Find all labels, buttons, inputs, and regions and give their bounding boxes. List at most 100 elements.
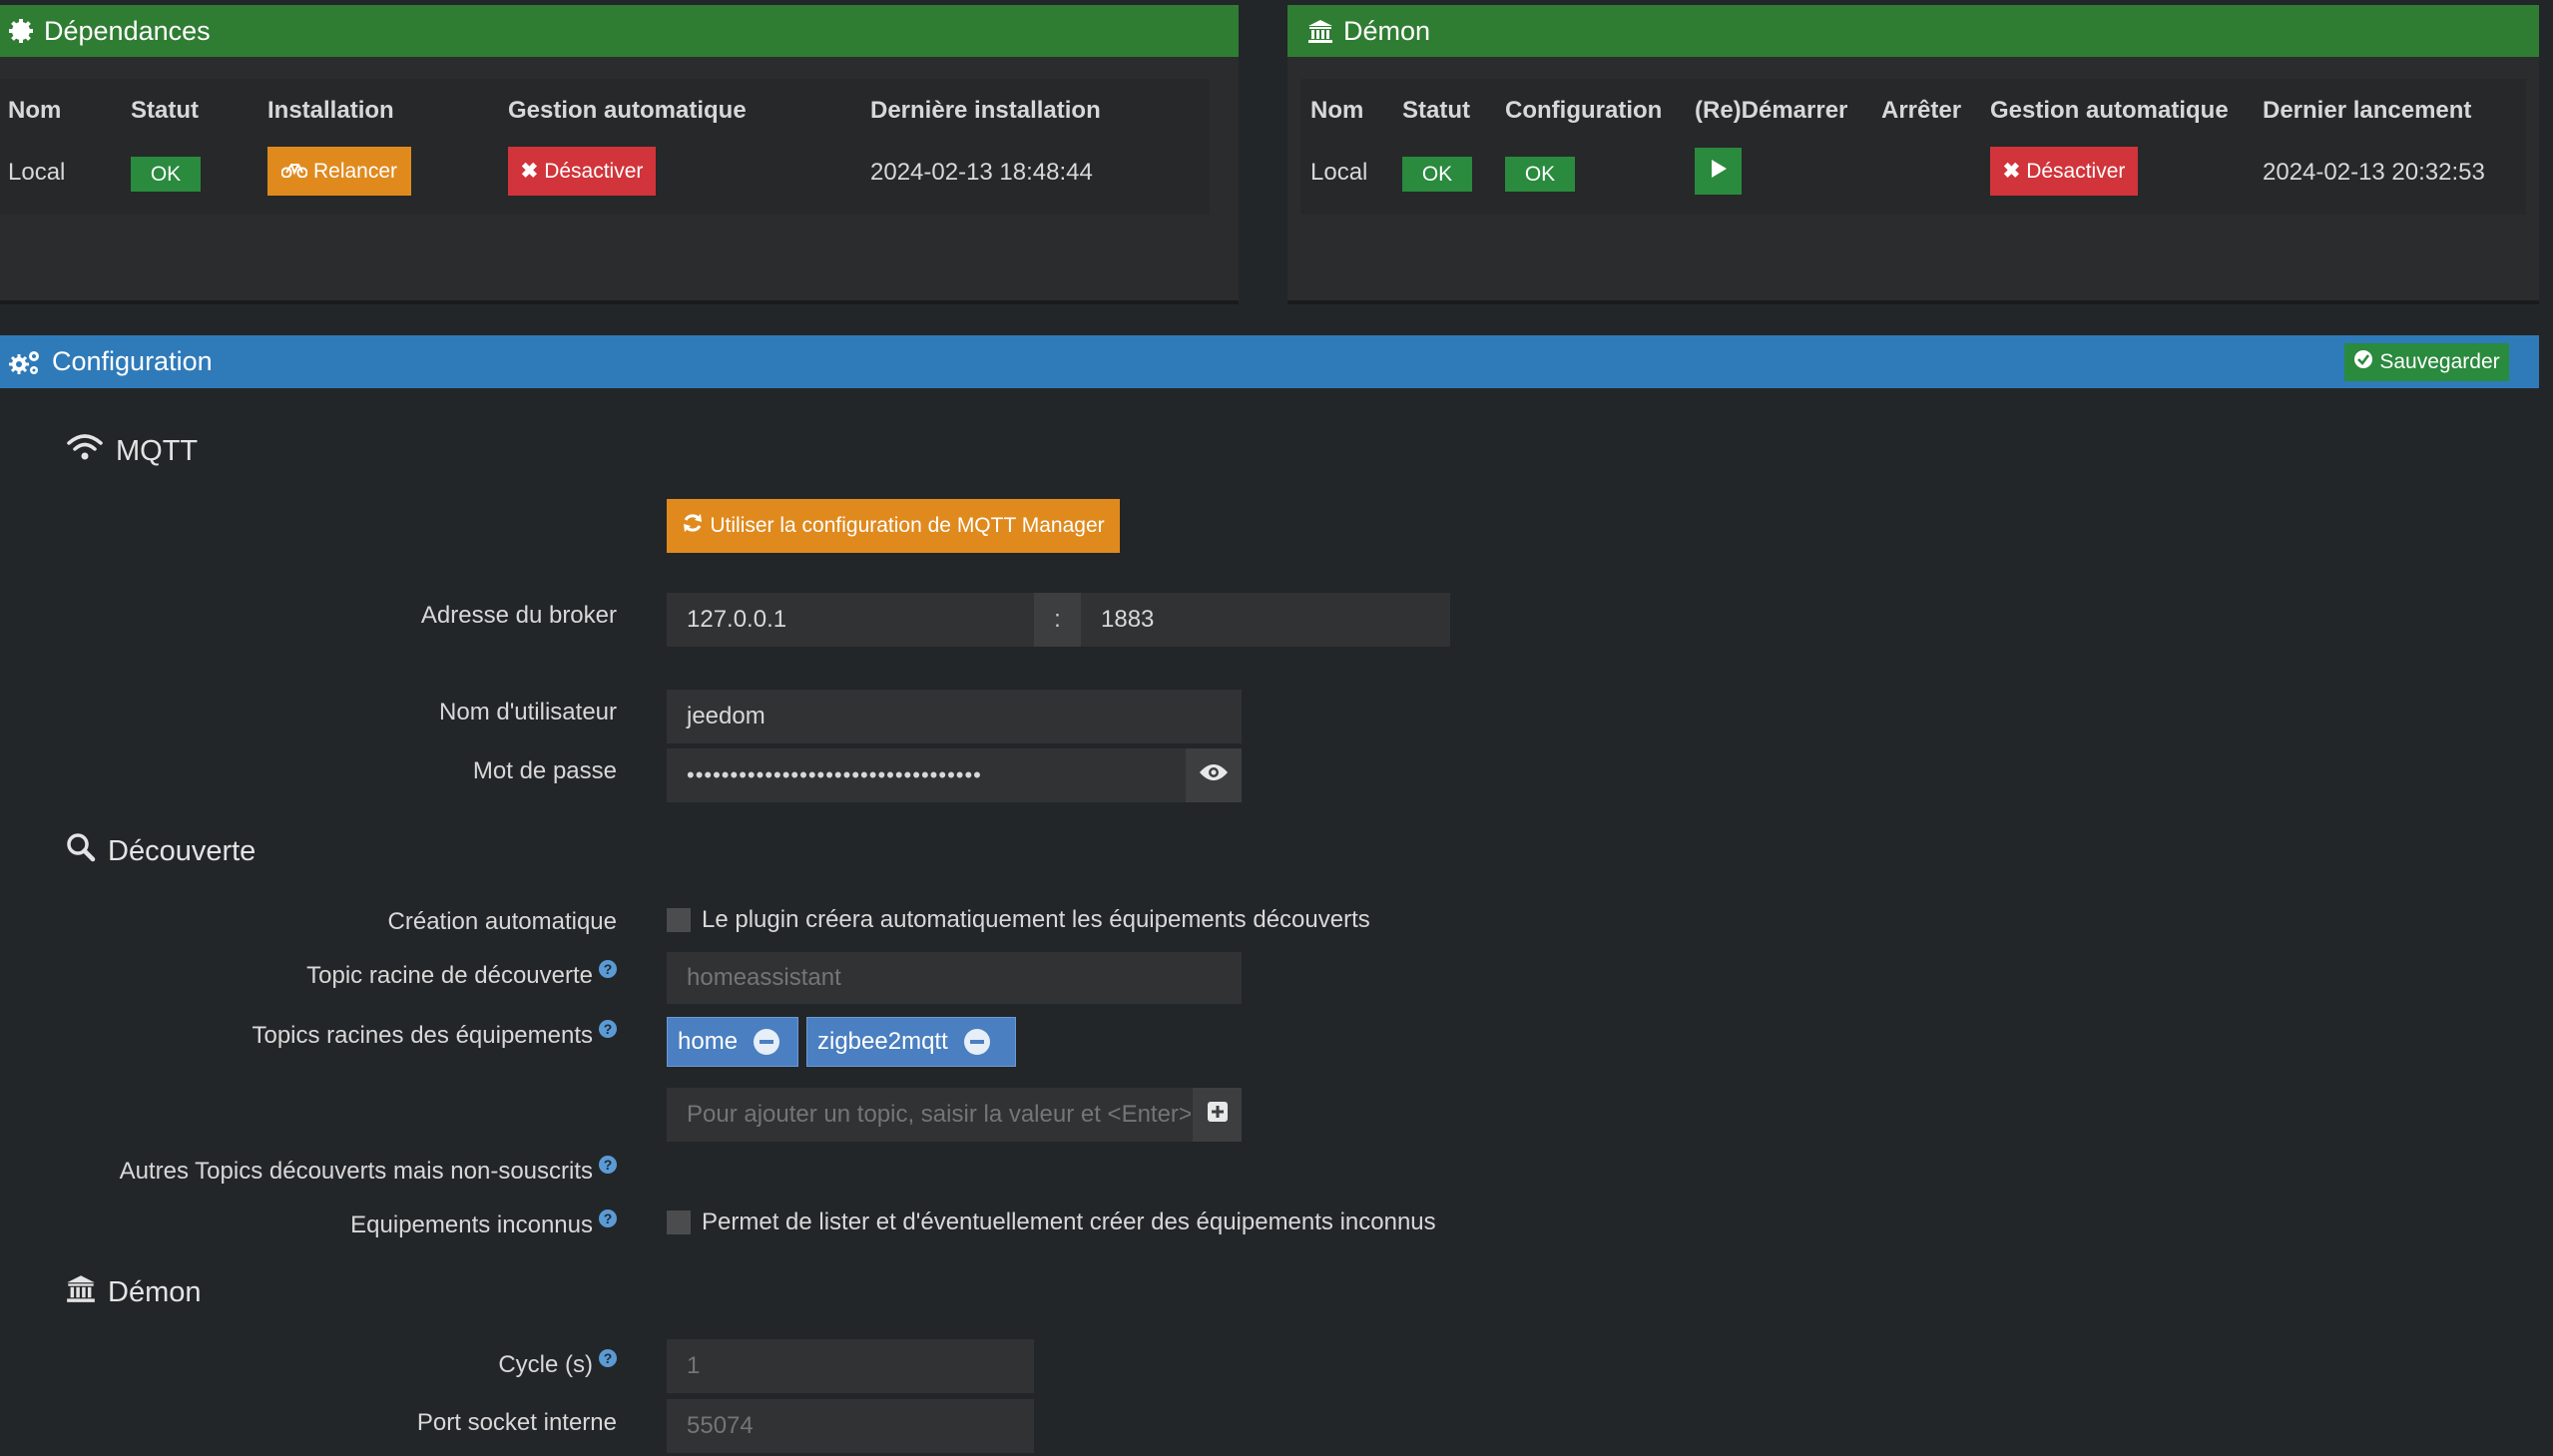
wifi-icon — [66, 433, 104, 469]
play-icon — [1710, 159, 1728, 185]
col-dernier-lancement: Dernier lancement — [2263, 97, 2472, 124]
broker-label: Adresse du broker — [420, 602, 617, 629]
broker-port-input[interactable]: 1883 — [1081, 593, 1450, 647]
discovery-root-label-text: Topic racine de découverte — [306, 962, 593, 989]
col-derniere-installation: Dernière installation — [870, 97, 1101, 124]
discovery-root-label: Topic racine de découverte? — [306, 960, 617, 990]
discovery-section-title: Découverte — [66, 832, 255, 870]
dependencies-table: Nom Statut Installation Gestion automati… — [0, 79, 1210, 215]
cycle-label: Cycle (s)? — [498, 1349, 617, 1379]
col-configuration: Configuration — [1505, 97, 1663, 124]
refresh-icon — [682, 512, 704, 540]
internal-port-label: Port socket interne — [416, 1409, 617, 1436]
col-statut: Statut — [1402, 97, 1470, 124]
dep-desactiver-button[interactable]: ✖ Désactiver — [508, 147, 656, 196]
dependencies-title: Dépendances — [44, 15, 211, 46]
equipment-roots-label-text: Topics racines des équipements — [252, 1022, 593, 1049]
broker-host-input[interactable]: 127.0.0.1 — [667, 593, 1034, 647]
col-arreter: Arrêter — [1881, 97, 1962, 124]
daemon-config-badge: OK — [1505, 157, 1575, 192]
unknown-equipment-label-text: Equipements inconnus — [350, 1212, 593, 1238]
col-statut: Statut — [131, 97, 199, 124]
add-topic-input[interactable] — [667, 1088, 1193, 1142]
col-installation: Installation — [267, 97, 394, 124]
daemon-section-title: Démon — [66, 1273, 202, 1311]
cycle-input[interactable] — [667, 1339, 1034, 1393]
tag-label: home — [678, 1028, 739, 1055]
dep-last-install: 2024-02-13 18:48:44 — [870, 159, 1093, 186]
other-topics-label-text: Autres Topics découverts mais non-souscr… — [119, 1158, 593, 1185]
relancer-label: Relancer — [312, 159, 398, 183]
cycle-label-text: Cycle (s) — [498, 1351, 593, 1378]
discovery-root-input[interactable] — [667, 952, 1242, 1004]
daemon-desactiver-label: Désactiver — [2026, 159, 2126, 183]
remove-tag-icon[interactable] — [754, 1029, 780, 1055]
discovery-title: Découverte — [108, 834, 256, 867]
username-label: Nom d'utilisateur — [439, 699, 617, 726]
configuration-header: Configuration — [0, 335, 2539, 388]
help-icon[interactable]: ? — [599, 960, 617, 978]
col-redemarrer: (Re)Démarrer — [1695, 97, 1848, 124]
use-mqtt-manager-button[interactable]: Utiliser la configuration de MQTT Manage… — [667, 499, 1120, 553]
daemon-body: Nom Statut Configuration (Re)Démarrer Ar… — [1287, 57, 2539, 300]
divider — [1287, 300, 2539, 304]
dependencies-header: Dépendances — [0, 5, 1239, 57]
show-password-button[interactable] — [1186, 748, 1242, 802]
start-daemon-button[interactable] — [1695, 148, 1742, 195]
help-icon[interactable]: ? — [599, 1210, 617, 1227]
dep-row-name: Local — [8, 159, 66, 186]
save-button[interactable]: Sauvegarder — [2344, 343, 2509, 381]
daemon-last-launch: 2024-02-13 20:32:53 — [2263, 159, 2485, 186]
col-gestion-auto: Gestion automatique — [1990, 97, 2229, 124]
help-icon[interactable]: ? — [599, 1020, 617, 1038]
topic-tag-zigbee2mqtt: zigbee2mqtt — [806, 1017, 1016, 1067]
use-mqtt-manager-label: Utiliser la configuration de MQTT Manage… — [710, 514, 1105, 537]
username-input[interactable]: jeedom — [667, 690, 1242, 743]
password-label: Mot de passe — [472, 757, 617, 784]
help-icon[interactable]: ? — [599, 1349, 617, 1367]
auto-create-label: Création automatique — [387, 908, 617, 935]
add-topic-button[interactable] — [1193, 1088, 1242, 1142]
search-icon — [66, 832, 96, 870]
mqtt-title: MQTT — [116, 434, 199, 467]
dependencies-panel: Dépendances — [0, 5, 1239, 57]
daemon-row-name: Local — [1310, 159, 1368, 186]
unknown-equipment-checkbox[interactable] — [667, 1211, 691, 1234]
unknown-equipment-text: Permet de lister et d'éventuellement cré… — [702, 1209, 1436, 1235]
check-circle-icon — [2353, 349, 2373, 375]
daemon-desactiver-button[interactable]: ✖ Désactiver — [1990, 147, 2138, 196]
close-icon: ✖ — [520, 160, 539, 183]
plus-square-icon — [1207, 1101, 1229, 1130]
remove-tag-icon[interactable] — [963, 1029, 990, 1055]
col-gestion-auto: Gestion automatique — [508, 97, 747, 124]
eye-icon — [1199, 761, 1229, 789]
auto-create-checkbox[interactable] — [667, 908, 691, 932]
dep-status-badge: OK — [131, 157, 201, 192]
internal-port-input[interactable] — [667, 1399, 1034, 1453]
unknown-equipment-label: Equipements inconnus? — [350, 1210, 617, 1239]
daemon-table: Nom Statut Configuration (Re)Démarrer Ar… — [1300, 79, 2526, 215]
configuration-panel: Configuration Sauvegarder — [0, 335, 2539, 388]
broker-separator: : — [1034, 593, 1081, 647]
dependencies-body: Nom Statut Installation Gestion automati… — [0, 57, 1239, 300]
topic-tag-home: home — [667, 1017, 798, 1067]
close-icon: ✖ — [2002, 160, 2021, 183]
divider — [0, 300, 1239, 304]
password-input[interactable]: •••••••••••••••••••••••••••••••••• — [667, 748, 1186, 802]
cogs-icon — [8, 348, 42, 376]
daemon-panel: Démon — [1287, 5, 2539, 57]
bank-icon — [1307, 18, 1333, 44]
col-nom: Nom — [8, 97, 62, 124]
relancer-button[interactable]: Relancer — [267, 147, 411, 196]
save-label: Sauvegarder — [2379, 350, 2500, 373]
mqtt-section-title: MQTT — [66, 433, 198, 469]
help-icon[interactable]: ? — [599, 1156, 617, 1174]
cog-icon — [8, 18, 34, 44]
bicycle-icon — [280, 160, 308, 184]
dep-desactiver-label: Désactiver — [544, 159, 644, 183]
equipment-roots-label: Topics racines des équipements? — [252, 1020, 617, 1050]
bank-icon — [66, 1273, 96, 1311]
col-nom: Nom — [1310, 97, 1364, 124]
daemon-status-badge: OK — [1402, 157, 1472, 192]
tag-label: zigbee2mqtt — [817, 1028, 948, 1055]
